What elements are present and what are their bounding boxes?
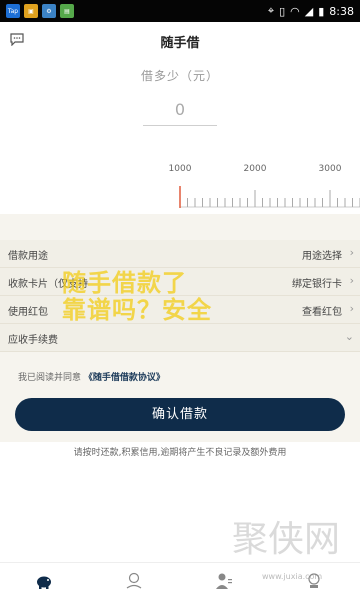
chevron-right-icon: › xyxy=(349,246,354,259)
settings-app-icon: ⚙ xyxy=(42,4,56,18)
amount-input[interactable]: 0 xyxy=(143,100,217,126)
ruler-tick-label: 2000 xyxy=(244,164,267,174)
confirm-loan-button[interactable]: 确认借款 xyxy=(15,398,345,431)
ruler-tick-label: 3000 xyxy=(319,164,342,174)
status-bar: Tap ▣ ⚙ ▤ ⌖ ▯ ◠ ◢ ▮ 8:38 xyxy=(0,0,360,22)
tap-app-icon: Tap xyxy=(6,4,20,18)
fee-row[interactable]: 应收手续费 ⌄ xyxy=(0,324,360,352)
clock: 8:38 xyxy=(329,4,354,18)
shopping-bag-icon: ▣ xyxy=(24,4,38,18)
signal-icon: ◢ xyxy=(304,4,314,18)
receive-card-value: 绑定银行卡 xyxy=(292,279,342,290)
agreement-text: 我已阅读并同意 《随手借借款协议》 xyxy=(18,370,165,383)
vibrate-icon: ▯ xyxy=(279,4,286,18)
chevron-down-icon: ⌄ xyxy=(344,330,354,343)
ruler-ticks xyxy=(179,190,360,207)
app-header: 随手借 xyxy=(0,22,360,60)
bottom-tab-bar xyxy=(0,562,360,600)
chevron-right-icon: › xyxy=(349,302,354,315)
overlay-watermark: 随手借款了 靠谱吗？安全 xyxy=(62,270,212,324)
amount-ruler-slider[interactable]: 1000 2000 3000 xyxy=(0,150,360,210)
account-icon[interactable] xyxy=(214,571,234,591)
red-packet-value: 查看红包 xyxy=(302,307,342,318)
red-packet-label: 使用红包 xyxy=(8,307,48,318)
repay-icon[interactable] xyxy=(124,571,144,591)
wifi-icon: ◠ xyxy=(290,4,300,18)
site-watermark: 聚侠网 xyxy=(232,519,341,560)
repayment-notice: 请按时还款,积累信用,逾期将产生不良记录及额外费用 xyxy=(73,448,287,458)
ruler-tick-label: 1000 xyxy=(169,164,192,174)
agreement-prefix: 我已阅读并同意 xyxy=(18,373,82,383)
purpose-label: 借款用途 xyxy=(8,251,48,262)
purpose-value: 用途选择 xyxy=(302,251,342,262)
agreement-link[interactable]: 《随手借借款协议》 xyxy=(84,373,165,383)
battery-icon: ▮ xyxy=(318,4,325,18)
piggy-bank-icon[interactable] xyxy=(34,571,54,591)
watermark-line: 随手借款了 xyxy=(62,269,187,297)
purpose-row[interactable]: 借款用途 用途选择 › xyxy=(0,240,360,268)
chevron-right-icon: › xyxy=(349,274,354,287)
site-watermark-url: www.juxia.com xyxy=(262,572,323,581)
notification-icons: Tap ▣ ⚙ ▤ xyxy=(6,4,74,18)
page-title: 随手借 xyxy=(160,36,200,51)
location-icon: ⌖ xyxy=(267,4,275,17)
watermark-line: 靠谱吗？安全 xyxy=(62,296,212,324)
system-indicators: ⌖ ▯ ◠ ◢ ▮ 8:38 xyxy=(268,4,354,18)
fee-label: 应收手续费 xyxy=(8,335,58,346)
green-app-icon: ▤ xyxy=(60,4,74,18)
amount-label: 借多少（元） xyxy=(140,69,219,83)
